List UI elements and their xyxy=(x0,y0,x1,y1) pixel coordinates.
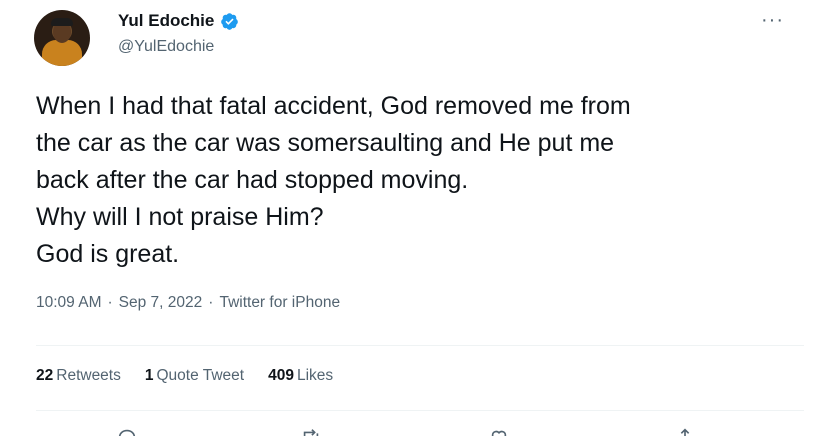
more-icon[interactable]: ··· xyxy=(761,10,784,30)
tweet-date[interactable]: Sep 7, 2022 xyxy=(119,294,203,312)
divider xyxy=(36,345,804,346)
quote-tweets-stat[interactable]: 1 Quote Tweet xyxy=(145,367,244,385)
tweet-stats: 22 Retweets 1 Quote Tweet 409 Likes xyxy=(36,367,333,385)
divider xyxy=(36,410,804,411)
retweets-label: Retweets xyxy=(56,367,121,384)
author-handle[interactable]: @YulEdochie xyxy=(118,38,214,56)
likes-count: 409 xyxy=(268,367,294,384)
avatar-figure-cap xyxy=(51,18,73,26)
avatar[interactable] xyxy=(34,10,90,66)
likes-stat[interactable]: 409 Likes xyxy=(268,367,333,385)
avatar-figure-body xyxy=(42,40,82,66)
tweet-meta: 10:09 AM · Sep 7, 2022 · Twitter for iPh… xyxy=(36,294,340,312)
tweet-source[interactable]: Twitter for iPhone xyxy=(219,294,340,312)
quote-tweets-count: 1 xyxy=(144,367,154,384)
author-name-row: Yul Edochie xyxy=(118,11,239,31)
share-icon[interactable] xyxy=(674,426,696,436)
meta-separator: · xyxy=(208,294,214,311)
author-display-name[interactable]: Yul Edochie xyxy=(118,11,214,31)
likes-label: Likes xyxy=(296,367,334,384)
meta-separator: · xyxy=(107,294,113,311)
retweets-stat[interactable]: 22 Retweets xyxy=(36,367,121,385)
tweet-text: When I had that fatal accident, God remo… xyxy=(36,92,631,268)
tweet-actions xyxy=(0,426,840,436)
like-icon[interactable] xyxy=(488,426,510,436)
verified-badge-icon xyxy=(220,12,239,31)
quote-tweets-label: Quote Tweet xyxy=(156,367,245,384)
retweet-icon[interactable] xyxy=(300,426,322,436)
tweet-time[interactable]: 10:09 AM xyxy=(36,294,102,312)
retweets-count: 22 xyxy=(36,367,54,384)
reply-icon[interactable] xyxy=(116,426,138,436)
